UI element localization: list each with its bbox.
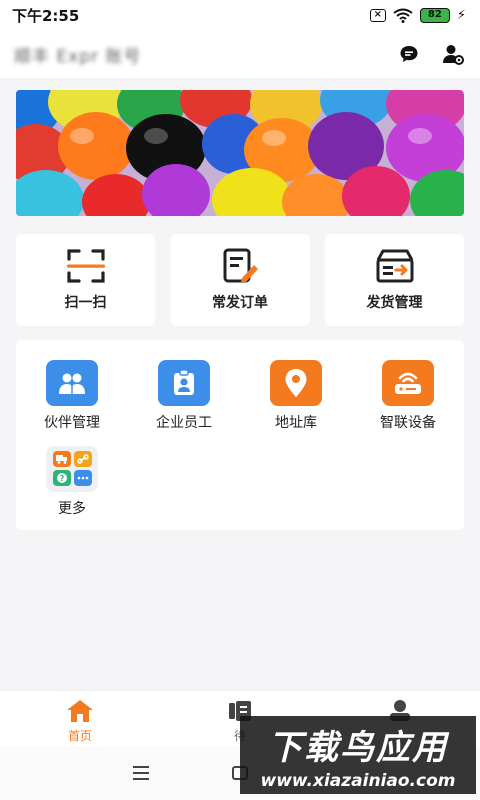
tab-home-label: 首页	[67, 729, 92, 743]
home-icon	[67, 700, 93, 722]
message-icon[interactable]	[398, 43, 420, 65]
charging-icon: ⚡	[456, 7, 466, 23]
grid-item-smart-devices[interactable]: 智联设备	[358, 360, 458, 432]
grid-item-more[interactable]: ? 更多	[22, 446, 122, 518]
user-settings-icon[interactable]	[442, 43, 464, 65]
grid-label-partners: 伙伴管理	[44, 415, 100, 431]
tab-home[interactable]: 首页	[40, 699, 120, 744]
employee-badge-icon	[158, 360, 210, 406]
recent-apps-icon[interactable]	[133, 766, 149, 784]
status-time: 下午2:55	[12, 6, 80, 25]
grid-item-employees[interactable]: 企业员工	[134, 360, 234, 432]
grid-item-partners[interactable]: 伙伴管理	[22, 360, 122, 432]
grid-label-more: 更多	[58, 501, 86, 517]
battery-indicator: 82	[419, 7, 450, 23]
more-apps-icon: ?	[46, 446, 98, 492]
shipping-management-card[interactable]: 发货管理	[325, 234, 464, 326]
grid-label-employees: 企业员工	[156, 415, 212, 431]
svg-text:?: ?	[59, 474, 64, 483]
scan-label: 扫一扫	[64, 295, 107, 311]
watermark-title: 下载鸟应用	[268, 728, 448, 768]
scan-icon	[66, 249, 105, 283]
grid-label-smart-devices: 智联设备	[380, 415, 436, 431]
wifi-icon	[393, 8, 413, 23]
promo-banner[interactable]	[16, 90, 464, 216]
frequent-orders-card[interactable]: 常发订单	[170, 234, 310, 326]
services-grid: 伙伴管理 企业员工 地址库 智联设备 ? 更多	[16, 340, 464, 530]
watermark-logo: 下载鸟应用 www.xiazainiao.com	[240, 716, 476, 794]
partners-icon	[46, 360, 98, 406]
status-icons: × 82 ⚡	[369, 7, 466, 23]
order-edit-icon	[223, 248, 258, 283]
location-pin-icon	[270, 360, 322, 406]
quick-actions: 扫一扫 常发订单 发货管理	[16, 234, 464, 326]
grid-label-address-book: 地址库	[275, 415, 317, 431]
router-device-icon	[382, 360, 434, 406]
ellipsis-mini-icon	[73, 470, 92, 486]
shipping-management-label: 发货管理	[366, 295, 423, 311]
grid-item-address-book[interactable]: 地址库	[246, 360, 346, 432]
user-name: 顺丰 Expr 账号	[14, 46, 142, 67]
status-bar: 下午2:55 × 82 ⚡	[0, 0, 480, 30]
help-mini-icon: ?	[52, 470, 71, 486]
watermark-url: www.xiazainiao.com	[260, 771, 456, 791]
notification-x-icon: ×	[369, 8, 386, 22]
app-header: 顺丰 Expr 账号	[0, 30, 480, 78]
shipping-box-icon	[376, 249, 413, 283]
scan-card[interactable]: 扫一扫	[16, 234, 155, 326]
link-mini-icon	[73, 451, 92, 467]
truck-mini-icon	[52, 451, 71, 467]
frequent-orders-label: 常发订单	[212, 295, 268, 311]
balloons-image	[16, 90, 464, 216]
